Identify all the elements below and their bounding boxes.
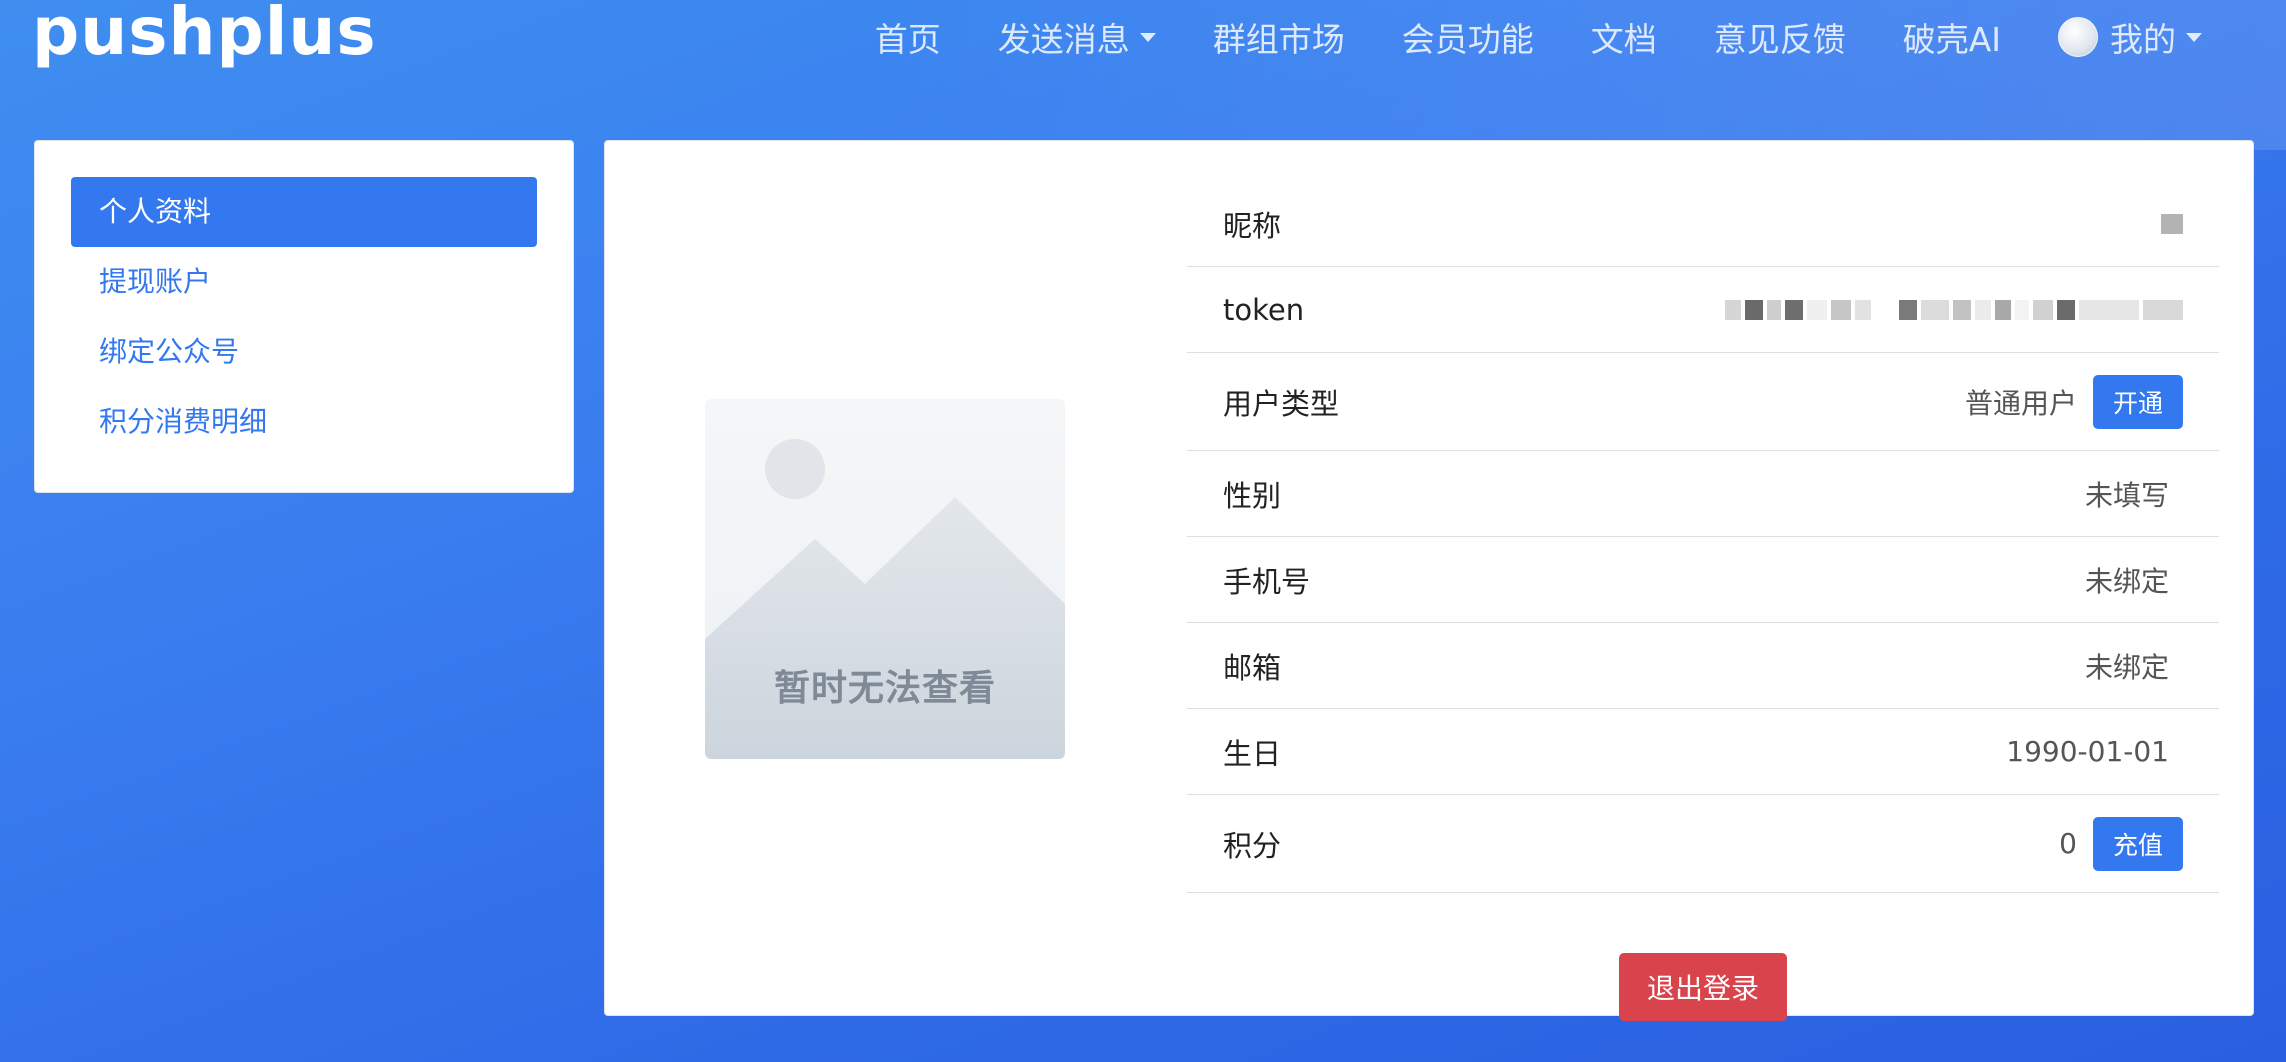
- main-nav: 首页 发送消息 群组市场 会员功能 文档 意见反馈 破壳AI 我的: [875, 0, 2202, 74]
- phone-text: 未绑定: [2084, 564, 2169, 598]
- token-value: [1725, 295, 2183, 325]
- points-text: 0: [2059, 827, 2077, 860]
- nav-item-user-menu[interactable]: 我的: [2058, 13, 2202, 61]
- sidebar-item-profile[interactable]: 个人资料: [71, 177, 537, 247]
- nav-label: 首页: [874, 20, 941, 59]
- row-points: 积分 0 充值: [1187, 795, 2219, 893]
- sidebar-item-bind-wechat[interactable]: 绑定公众号: [71, 317, 537, 387]
- nav-item-send-message[interactable]: 发送消息: [998, 13, 1156, 61]
- user-type-label: 用户类型: [1223, 386, 1340, 421]
- sidebar-menu: 个人资料 提现账户 绑定公众号 积分消费明细: [34, 140, 574, 493]
- phone-label: 手机号: [1223, 564, 1311, 599]
- gender-value[interactable]: 未填写: [2085, 474, 2183, 514]
- row-gender: 性别 未填写: [1187, 451, 2219, 537]
- nav-label: 破壳AI: [1902, 20, 2001, 59]
- birthday-value[interactable]: 1990-01-01: [2006, 735, 2183, 768]
- nickname-value: [2161, 209, 2183, 239]
- gender-label: 性别: [1223, 478, 1282, 513]
- token-label: token: [1223, 292, 1305, 327]
- user-type-text: 普通用户: [1964, 386, 2077, 420]
- nav-item-membership[interactable]: 会员功能: [1402, 13, 1534, 61]
- email-value[interactable]: 未绑定: [2085, 646, 2183, 686]
- nav-item-feedback[interactable]: 意见反馈: [1714, 13, 1846, 61]
- profile-info-list: 昵称 token 用户类型 普通用户 开通 性别 未填写 手机号 未绑定 邮箱 …: [1187, 181, 2219, 1021]
- birthday-text: 1990-01-01: [2006, 735, 2169, 768]
- email-label: 邮箱: [1223, 650, 1282, 685]
- user-type-value: 普通用户 开通: [1964, 374, 2183, 429]
- caret-down-icon: [2186, 32, 2202, 42]
- brand-logo[interactable]: pushplus: [32, 0, 377, 72]
- row-user-type: 用户类型 普通用户 开通: [1187, 353, 2219, 451]
- nav-label: 群组市场: [1212, 20, 1345, 59]
- row-phone: 手机号 未绑定: [1187, 537, 2219, 623]
- user-avatar-icon: [2058, 17, 2098, 57]
- nav-label: 文档: [1590, 20, 1657, 59]
- nav-user-label: 我的: [2110, 20, 2176, 59]
- points-value: 0 充值: [2059, 816, 2183, 871]
- email-text: 未绑定: [2084, 650, 2169, 684]
- recharge-button[interactable]: 充值: [2092, 816, 2183, 871]
- sidebar-item-points-history[interactable]: 积分消费明细: [71, 387, 537, 457]
- row-token: token: [1187, 267, 2219, 353]
- nav-label: 意见反馈: [1713, 20, 1846, 59]
- redacted-nickname: [2161, 209, 2183, 239]
- sidebar-item-withdraw-account[interactable]: 提现账户: [71, 247, 537, 317]
- nickname-label: 昵称: [1223, 208, 1282, 243]
- nav-label: 发送消息: [997, 20, 1130, 59]
- gender-text: 未填写: [2084, 478, 2169, 512]
- row-birthday: 生日 1990-01-01: [1187, 709, 2219, 795]
- nav-item-docs[interactable]: 文档: [1591, 13, 1657, 61]
- row-nickname: 昵称: [1187, 181, 2219, 267]
- row-email: 邮箱 未绑定: [1187, 623, 2219, 709]
- nav-item-ai[interactable]: 破壳AI: [1903, 13, 2001, 61]
- avatar-placeholder: 暂时无法查看: [705, 399, 1065, 759]
- logout-button[interactable]: 退出登录: [1619, 953, 1787, 1021]
- nav-item-home[interactable]: 首页: [875, 13, 941, 61]
- top-navbar: pushplus 首页 发送消息 群组市场 会员功能 文档 意见反馈 破壳AI …: [0, 0, 2286, 80]
- caret-down-icon: [1139, 32, 1156, 42]
- redacted-token: [1725, 295, 2183, 325]
- nav-label: 会员功能: [1401, 20, 1534, 59]
- phone-value[interactable]: 未绑定: [2085, 560, 2183, 600]
- activate-membership-button[interactable]: 开通: [2092, 374, 2183, 429]
- points-label: 积分: [1223, 828, 1282, 863]
- birthday-label: 生日: [1223, 736, 1282, 771]
- nav-item-group-market[interactable]: 群组市场: [1213, 13, 1345, 61]
- logout-container: 退出登录: [1187, 953, 2219, 1021]
- profile-panel: 暂时无法查看 昵称 token 用户类型 普通用户 开通 性别 未填写 手机号 …: [604, 140, 2254, 1021]
- avatar-placeholder-text: 暂时无法查看: [773, 668, 996, 709]
